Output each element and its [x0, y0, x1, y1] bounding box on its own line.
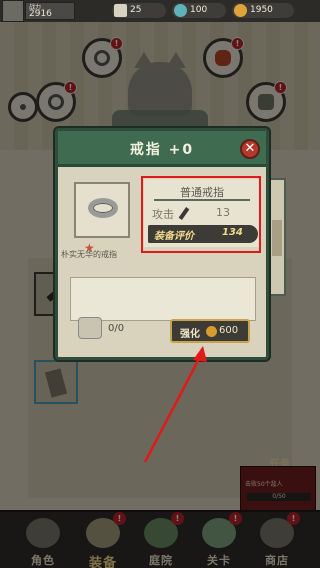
close-icon[interactable]: ✕	[240, 139, 260, 159]
material-count: 0/0	[108, 323, 125, 334]
resource-feather: 25	[112, 3, 166, 18]
resource-value: 1950	[250, 5, 273, 15]
avatar[interactable]	[2, 0, 24, 22]
resource-value: 100	[190, 5, 208, 15]
item-detail-modal: 戒指 +0 ✕ ★ 朴实无华的戒指 普通戒指 攻击 13 装备评价 134 0/…	[55, 128, 269, 360]
item-icon-frame	[74, 182, 130, 238]
power-display: 战力 2916	[25, 2, 75, 20]
resource-value: 25	[130, 5, 142, 15]
coin-icon	[234, 4, 247, 17]
feather-icon	[114, 4, 127, 17]
modal-title: 戒指 +0	[129, 142, 195, 158]
top-bar: 战力 2916 25 100 1950	[0, 0, 320, 22]
coin-icon	[206, 326, 217, 337]
annotation-highlight-box	[141, 176, 261, 253]
resource-gem: 100	[172, 3, 226, 18]
resource-coin: 1950	[232, 3, 294, 18]
modal-header: 戒指 +0 ✕	[58, 131, 266, 167]
power-value: 2916	[29, 9, 52, 19]
ring-icon	[88, 198, 118, 218]
material-icon	[78, 317, 102, 339]
enhance-button[interactable]: 强化 600	[170, 319, 250, 343]
enhance-cost: 600	[219, 325, 239, 336]
side-tab[interactable]	[268, 178, 286, 296]
item-description: 朴实无华的戒指	[61, 250, 117, 259]
item-info-area	[70, 277, 256, 321]
enhance-label: 强化	[180, 329, 200, 340]
gem-icon	[174, 4, 187, 17]
